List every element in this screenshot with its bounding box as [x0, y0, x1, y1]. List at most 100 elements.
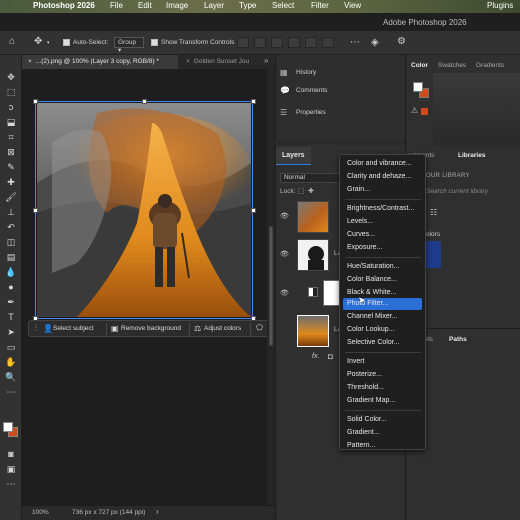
zoom-level[interactable]: 100% [32, 509, 49, 516]
tab-document-active[interactable]: × ...(2).png @ 100% (Layer 3 copy, RGB/8)… [22, 55, 178, 69]
out-of-gamut-warning-icon[interactable]: ⚠ [411, 106, 418, 115]
menu-layer[interactable]: Layer [204, 1, 224, 10]
quick-mask-icon[interactable]: ◙ [3, 448, 19, 461]
3d-mode-icon[interactable]: ◈ [371, 37, 379, 48]
menu-item-color-balance[interactable]: Color Balance... [343, 274, 422, 286]
menu-item-posterize[interactable]: Posterize... [343, 369, 422, 381]
transform-icon[interactable]: ⬠ [256, 323, 263, 332]
tab-gradients[interactable]: Gradients [476, 62, 504, 69]
path-selection-icon[interactable]: ➤ [3, 326, 19, 339]
transform-handle-top-right[interactable] [251, 99, 256, 104]
shape-tool-icon[interactable]: ▭ [3, 341, 19, 354]
menu-item-color-lookup[interactable]: Color Lookup... [343, 324, 422, 336]
transform-handle-top-left[interactable] [33, 99, 38, 104]
align-bottom-button[interactable] [322, 37, 334, 48]
color-spectrum[interactable] [433, 73, 520, 145]
eraser-tool-icon[interactable]: ◫ [3, 236, 19, 249]
tab-document-golden-sunset[interactable]: × Golden Sunset Jou [180, 55, 260, 69]
library-search-input[interactable]: Search current library [426, 188, 488, 195]
auto-select-checkbox[interactable] [63, 39, 70, 46]
home-icon[interactable]: ⌂ [9, 36, 15, 47]
history-panel-button[interactable]: ▦ History [280, 65, 316, 81]
tab-close-icon[interactable]: × [186, 58, 190, 65]
layer-effects-button[interactable]: fx. [312, 353, 319, 360]
menu-item-gradient-map[interactable]: Gradient Map... [343, 395, 422, 407]
visibility-eye-icon[interactable]: 👁 [280, 289, 289, 297]
tab-layers[interactable]: Layers [276, 147, 311, 165]
menu-edit[interactable]: Edit [138, 1, 152, 10]
history-brush-icon[interactable]: ↶ [3, 221, 19, 234]
move-tool-icon[interactable]: ✥ [34, 36, 42, 47]
align-center-button[interactable] [254, 37, 266, 48]
transform-handle-right[interactable] [251, 208, 256, 213]
auto-select-target-dropdown[interactable]: Group ▾ [114, 37, 144, 54]
library-color-swatch[interactable] [426, 241, 441, 268]
remove-background-button[interactable]: ▣ Remove background [109, 323, 181, 335]
status-chevron-icon[interactable]: › [156, 507, 159, 516]
menu-file[interactable]: File [110, 1, 123, 10]
move-tool-icon[interactable]: ✥ [3, 71, 19, 84]
align-middle-button[interactable] [305, 37, 317, 48]
menu-image[interactable]: Image [166, 1, 188, 10]
transform-selection-box[interactable] [35, 101, 253, 319]
menu-view[interactable]: View [344, 1, 361, 10]
blur-tool-icon[interactable]: 💧 [3, 266, 19, 279]
menu-item-hue-saturation[interactable]: Hue/Saturation... [343, 261, 422, 273]
properties-panel-button[interactable]: ☰ Properties [280, 105, 326, 121]
transform-handle-left[interactable] [33, 208, 38, 213]
menu-item-exposure[interactable]: Exposure... [343, 242, 422, 254]
tab-color[interactable]: Color [411, 62, 428, 69]
artboard-tool-icon[interactable]: ⬚ [3, 86, 19, 99]
menu-item-clarity-dehaze[interactable]: Clarity and dehaze... [343, 171, 422, 183]
zoom-tool-icon[interactable]: 🔍 [3, 371, 19, 384]
menu-item-gradient[interactable]: Gradient... [343, 427, 422, 439]
foreground-color-swatch[interactable] [3, 422, 13, 432]
select-subject-button[interactable]: 👤 Select subject [41, 323, 93, 335]
more-options-icon[interactable]: ⋯ [350, 37, 360, 48]
menu-item-brightness-contrast[interactable]: Brightness/Contrast... [343, 203, 422, 215]
menu-app-name[interactable]: Photoshop 2026 [33, 1, 95, 10]
lock-pixels-icon[interactable]: ⬚ [298, 187, 305, 195]
menu-type[interactable]: Type [239, 1, 256, 10]
pen-tool-icon[interactable]: ✒ [3, 296, 19, 309]
menu-item-pattern[interactable]: Pattern... [343, 440, 422, 452]
tab-swatches[interactable]: Swatches [438, 62, 466, 69]
list-view-icon[interactable]: ☷ [430, 208, 437, 217]
tabs-overflow-icon[interactable]: » [264, 56, 268, 65]
more-tools-icon[interactable]: ⋯ [3, 386, 19, 399]
menu-item-solid-color[interactable]: Solid Color... [343, 414, 422, 426]
tab-paths[interactable]: Paths [449, 336, 467, 343]
lock-position-icon[interactable]: ✚ [308, 187, 314, 195]
menu-filter[interactable]: Filter [311, 1, 329, 10]
foreground-color-swatch[interactable] [413, 82, 423, 92]
canvas-vertical-scrollbar[interactable] [267, 69, 275, 505]
settings-gear-icon[interactable]: ⚙ [397, 36, 406, 47]
tool-preset-chevron-icon[interactable]: ▾ [47, 40, 50, 46]
clone-stamp-icon[interactable]: ⊥ [3, 206, 19, 219]
transform-controls-checkbox[interactable] [151, 39, 158, 46]
object-selection-tool-icon[interactable]: ⬓ [3, 116, 19, 129]
brush-tool-icon[interactable]: 🖌 [3, 191, 19, 204]
healing-brush-icon[interactable]: ✚ [3, 176, 19, 189]
visibility-eye-icon[interactable]: 👁 [280, 212, 289, 220]
comments-panel-button[interactable]: 💬 Comments [280, 83, 327, 99]
lasso-tool-icon[interactable]: ↄ [3, 101, 19, 114]
tab-libraries[interactable]: Libraries [458, 152, 485, 159]
visibility-eye-icon[interactable]: 👁 [280, 250, 289, 258]
gamut-color-chip[interactable] [421, 108, 428, 115]
frame-tool-icon[interactable]: ⊠ [3, 146, 19, 159]
type-tool-icon[interactable]: T [3, 311, 19, 324]
screen-mode-icon[interactable]: ▣ [3, 463, 19, 476]
menu-item-threshold[interactable]: Threshold... [343, 382, 422, 394]
blend-mode-dropdown[interactable]: Normal [280, 173, 340, 183]
menu-item-color-vibrance[interactable]: Color and vibrance... [343, 158, 422, 170]
menu-item-invert[interactable]: Invert [343, 356, 422, 368]
menu-item-grain[interactable]: Grain... [343, 184, 422, 196]
hand-tool-icon[interactable]: ✋ [3, 356, 19, 369]
dodge-tool-icon[interactable]: ● [3, 281, 19, 294]
tab-close-icon[interactable]: × [28, 58, 32, 65]
taskbar-drag-handle-icon[interactable]: ⋮ [32, 323, 40, 332]
eyedropper-tool-icon[interactable]: ✎ [3, 161, 19, 174]
align-right-button[interactable] [271, 37, 283, 48]
menu-item-selective-color[interactable]: Selective Color... [343, 337, 422, 349]
